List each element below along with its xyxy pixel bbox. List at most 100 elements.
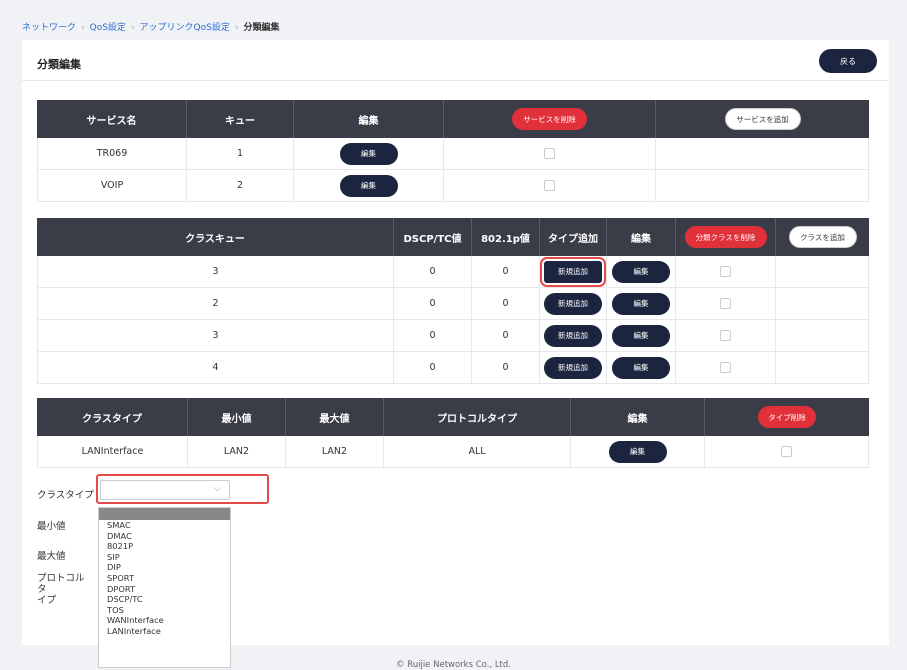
header-dscp: DSCP/TC値 bbox=[394, 218, 472, 256]
checkbox-cell bbox=[676, 320, 776, 351]
edit-button[interactable]: 編集 bbox=[612, 356, 670, 379]
delete-service-button[interactable]: サービスを削除 bbox=[512, 108, 587, 130]
checkbox-cell bbox=[676, 288, 776, 319]
8021p-value: 0 bbox=[472, 288, 540, 319]
checkbox-cell bbox=[676, 352, 776, 383]
header-edit: 編集 bbox=[294, 100, 444, 138]
checkbox-cell bbox=[444, 138, 656, 169]
table-row: 3 0 0 新規追加 編集 bbox=[37, 256, 869, 288]
dropdown-option[interactable]: DMAC bbox=[99, 531, 230, 542]
service-name: TR069 bbox=[37, 138, 187, 169]
dropdown-option[interactable]: TOS bbox=[99, 605, 230, 616]
type-add-cell: 新規追加 bbox=[540, 352, 607, 383]
breadcrumb-separator: › bbox=[81, 23, 85, 33]
add-class-button[interactable]: クラスを追加 bbox=[788, 226, 857, 248]
protocol-label: プロトコルタ イプ bbox=[37, 573, 85, 606]
header-class-type: クラスタイプ bbox=[37, 398, 188, 436]
new-add-button[interactable]: 新規追加 bbox=[544, 324, 602, 347]
edit-button[interactable]: 編集 bbox=[339, 174, 398, 197]
8021p-value: 0 bbox=[472, 352, 540, 383]
8021p-value: 0 bbox=[472, 256, 540, 287]
row-checkbox[interactable] bbox=[720, 298, 731, 309]
edit-cell: 編集 bbox=[607, 256, 676, 287]
header-service-name: サービス名 bbox=[37, 100, 187, 138]
header-max: 最大値 bbox=[286, 398, 384, 436]
table-row: 4 0 0 新規追加 編集 bbox=[37, 352, 869, 384]
empty-cell bbox=[656, 138, 869, 202]
header-queue: キュー bbox=[187, 100, 294, 138]
edit-cell: 編集 bbox=[607, 288, 676, 319]
service-queue: 2 bbox=[187, 170, 294, 201]
class-type-value: LANInterface bbox=[37, 436, 188, 467]
row-checkbox[interactable] bbox=[720, 362, 731, 373]
breadcrumb-network[interactable]: ネットワーク bbox=[22, 23, 76, 33]
row-checkbox[interactable] bbox=[544, 180, 555, 191]
breadcrumb-qos[interactable]: QoS設定 bbox=[90, 23, 126, 33]
header-add-cell: サービスを追加 bbox=[656, 100, 869, 138]
header-min: 最小値 bbox=[188, 398, 286, 436]
header-class-queue: クラスキュー bbox=[37, 218, 394, 256]
edit-cell: 編集 bbox=[571, 436, 705, 467]
table-header: クラスタイプ 最小値 最大値 プロトコルタイプ 編集 タイプ削除 bbox=[37, 398, 869, 436]
edit-button[interactable]: 編集 bbox=[608, 440, 667, 463]
new-add-button[interactable]: 新規追加 bbox=[544, 292, 602, 315]
dropdown-option[interactable]: DPORT bbox=[99, 584, 230, 595]
new-add-button[interactable]: 新規追加 bbox=[544, 356, 602, 379]
dropdown-option[interactable]: SMAC bbox=[99, 520, 230, 531]
header-protocol: プロトコルタイプ bbox=[384, 398, 571, 436]
edit-cell: 編集 bbox=[294, 170, 444, 201]
header-add-cell: クラスを追加 bbox=[776, 218, 869, 256]
new-add-button[interactable]: 新規追加 bbox=[540, 256, 606, 287]
edit-button[interactable]: 編集 bbox=[612, 292, 670, 315]
service-queue: 1 bbox=[187, 138, 294, 169]
row-checkbox[interactable] bbox=[720, 266, 731, 277]
min-label: 最小値 bbox=[37, 521, 66, 532]
delete-class-button[interactable]: 分類クラスを削除 bbox=[684, 226, 767, 248]
checkbox-cell bbox=[676, 256, 776, 287]
header-edit: 編集 bbox=[607, 218, 676, 256]
dropdown-option[interactable]: 8021P bbox=[99, 541, 230, 552]
table-row: LANInterface LAN2 LAN2 ALL 編集 bbox=[37, 436, 869, 468]
edit-cell: 編集 bbox=[607, 352, 676, 383]
type-add-cell: 新規追加 bbox=[540, 256, 607, 287]
row-checkbox[interactable] bbox=[544, 148, 555, 159]
class-queue: 3 bbox=[37, 256, 394, 287]
delete-type-button[interactable]: タイプ削除 bbox=[758, 406, 816, 428]
table-header: サービス名 キュー 編集 サービスを削除 サービスを追加 bbox=[37, 100, 869, 138]
dropdown-option-empty[interactable] bbox=[99, 508, 230, 520]
class-type-table: クラスタイプ 最小値 最大値 プロトコルタイプ 編集 タイプ削除 LANInte… bbox=[37, 398, 869, 468]
dropdown-option[interactable]: WANInterface bbox=[99, 615, 230, 626]
breadcrumb-uplink-qos[interactable]: アップリンクQoS設定 bbox=[140, 23, 230, 33]
checkbox-cell bbox=[705, 436, 869, 467]
dropdown-option[interactable]: LANInterface bbox=[99, 626, 230, 637]
add-service-button[interactable]: サービスを追加 bbox=[724, 108, 801, 130]
highlight-box bbox=[96, 474, 269, 504]
type-add-cell: 新規追加 bbox=[540, 288, 607, 319]
row-checkbox[interactable] bbox=[781, 446, 792, 457]
8021p-value: 0 bbox=[472, 320, 540, 351]
divider bbox=[22, 80, 889, 81]
table-row: 3 0 0 新規追加 編集 bbox=[37, 320, 869, 352]
edit-cell: 編集 bbox=[607, 320, 676, 351]
service-table: サービス名 キュー 編集 サービスを削除 サービスを追加 TR069 1 編集 … bbox=[37, 100, 869, 202]
dropdown-option[interactable]: DIP bbox=[99, 562, 230, 573]
protocol-value: ALL bbox=[384, 436, 571, 467]
edit-button[interactable]: 編集 bbox=[612, 260, 670, 283]
row-checkbox[interactable] bbox=[720, 330, 731, 341]
edit-button[interactable]: 編集 bbox=[339, 142, 398, 165]
breadcrumb-current: 分類編集 bbox=[243, 23, 280, 33]
empty-cell bbox=[776, 256, 869, 384]
dropdown-option[interactable]: SPORT bbox=[99, 573, 230, 584]
table-row: 2 0 0 新規追加 編集 bbox=[37, 288, 869, 320]
breadcrumb-separator: › bbox=[234, 23, 239, 33]
min-value: LAN2 bbox=[188, 436, 286, 467]
dropdown-option[interactable]: SIP bbox=[99, 552, 230, 563]
back-button[interactable]: 戻る bbox=[819, 49, 877, 73]
dscp-value: 0 bbox=[394, 320, 472, 351]
dropdown-option[interactable]: DSCP/TC bbox=[99, 594, 230, 605]
edit-button[interactable]: 編集 bbox=[612, 324, 670, 347]
header-edit: 編集 bbox=[571, 398, 705, 436]
dscp-value: 0 bbox=[394, 256, 472, 287]
class-queue: 4 bbox=[37, 352, 394, 383]
class-queue: 2 bbox=[37, 288, 394, 319]
